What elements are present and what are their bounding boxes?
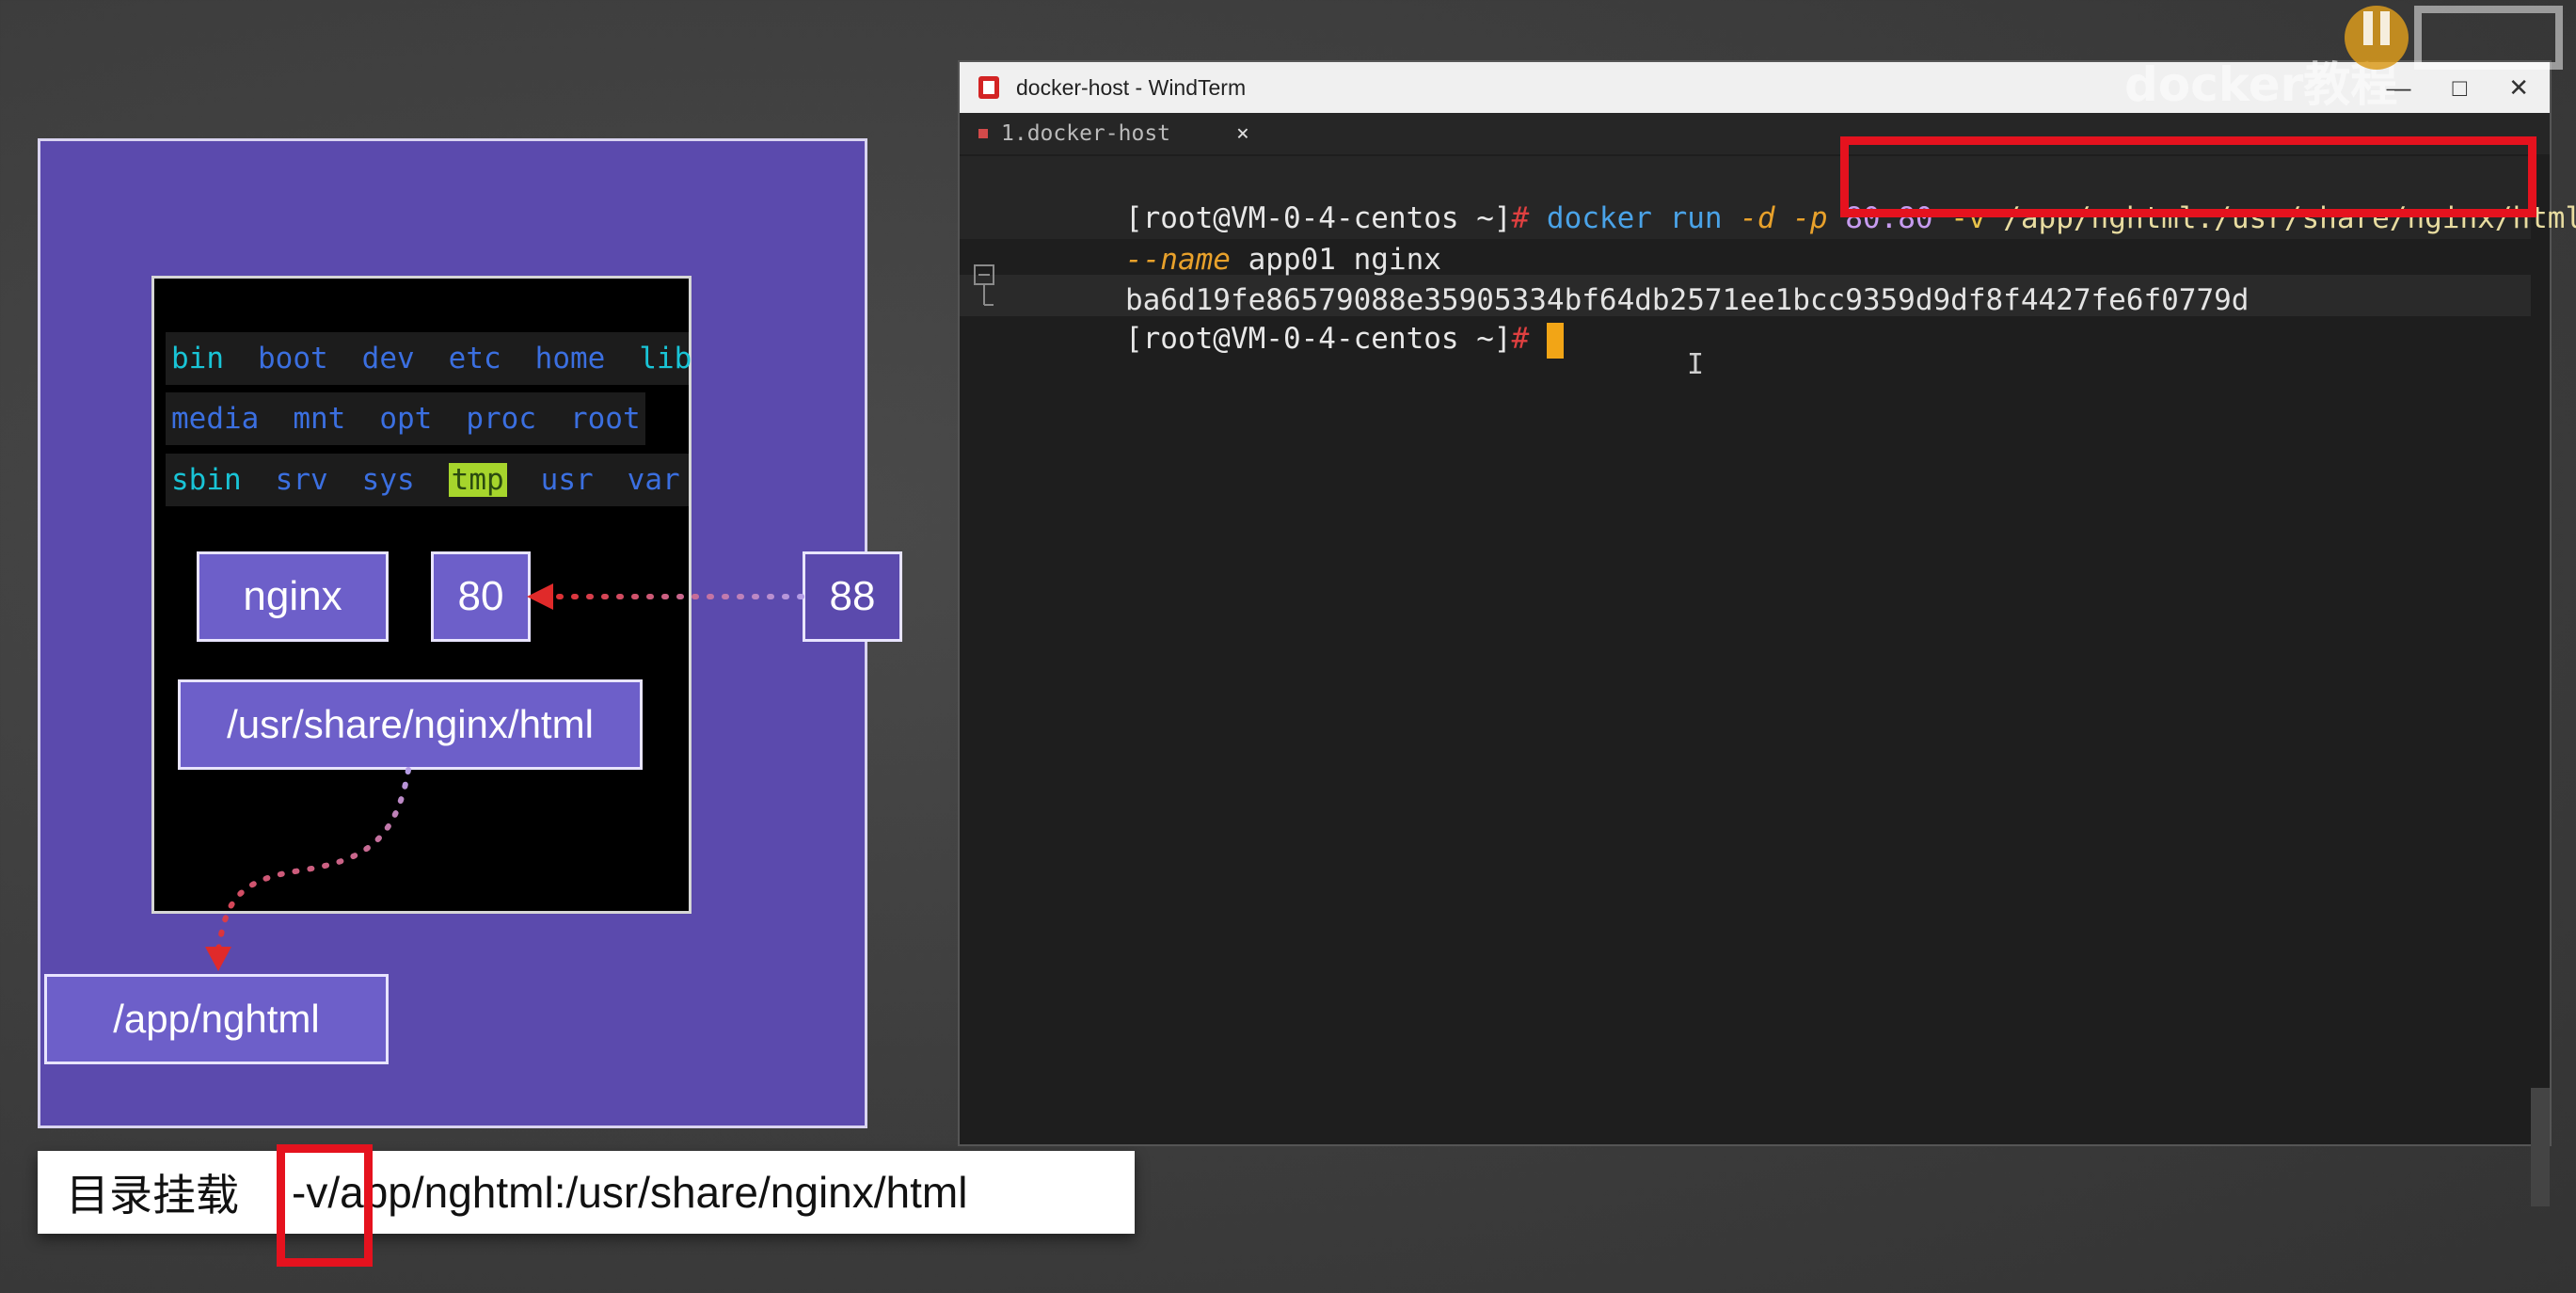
prompt: [root@VM-0-4-centos ~] (1124, 322, 1512, 356)
caption-bar: 目录挂载 -v /app/nghtml:/usr/share/nginx/htm… (38, 1151, 1135, 1234)
terminal-line-2: --name app01 nginx (1020, 198, 1441, 277)
terminal-line-3: ba6d19fe86579088e35905334bf64db2571ee1bc… (1020, 238, 2249, 317)
tab-close-icon[interactable]: × (1236, 121, 1249, 146)
scrollbar[interactable] (2531, 1088, 2550, 1206)
terminal-window: docker-host - WindTerm — □ ✕ 1.docker-ho… (960, 62, 2576, 1206)
command-docker-run: docker run (1529, 201, 1741, 235)
prompt-hash: # (1511, 322, 1530, 356)
caption-label: 目录挂载 (66, 1171, 239, 1220)
terminal-output[interactable]: [root@VM-0-4-centos ~]# docker run -d -p… (960, 154, 2576, 1144)
command-highlight-box (1840, 136, 2536, 217)
caption-mapping: /app/nghtml:/usr/share/nginx/html (327, 1168, 968, 1217)
text-cursor (1546, 322, 1564, 359)
ibeam-cursor-icon: I (1687, 348, 1705, 381)
volume-mapping-arrow (215, 767, 411, 953)
terminal-line-4: [root@VM-0-4-centos ~]# (1020, 277, 1564, 359)
tab-docker-host[interactable]: 1.docker-host × (973, 113, 1255, 154)
window-title: docker-host - WindTerm (1016, 74, 1247, 100)
flag-highlight-box (277, 1144, 373, 1267)
volume-arrowhead (205, 947, 231, 971)
port-arrowhead (527, 583, 553, 610)
prompt-hash: # (1511, 201, 1530, 235)
flag-p: -p (1792, 201, 1828, 235)
channel-logo-icon (2345, 6, 2563, 70)
tab-status-icon (978, 129, 988, 138)
flag-d: -d (1740, 201, 1775, 235)
tab-label: 1.docker-host (1001, 121, 1171, 146)
fold-icon[interactable] (973, 263, 995, 312)
windterm-app-icon (978, 76, 999, 99)
